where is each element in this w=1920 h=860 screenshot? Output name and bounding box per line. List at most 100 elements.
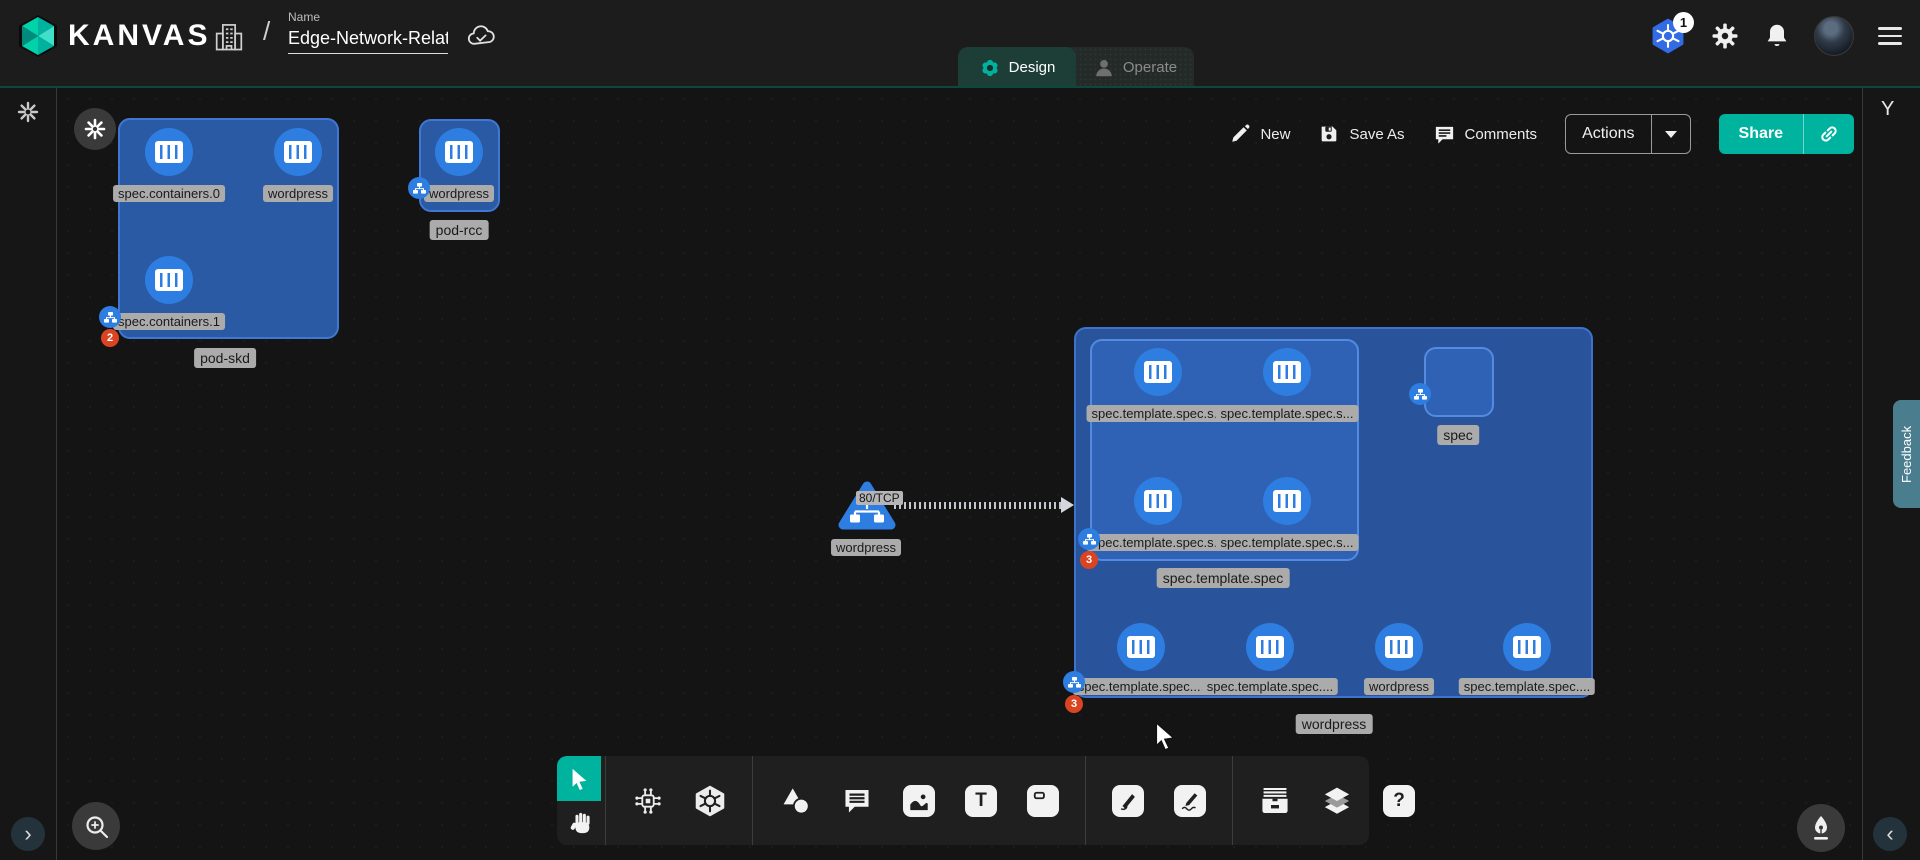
save-as-button[interactable]: Save As (1318, 123, 1404, 145)
pencil-tool-button[interactable] (1172, 783, 1208, 819)
node-deployment-1[interactable] (1246, 623, 1294, 671)
feedback-tab[interactable]: Feedback (1893, 400, 1920, 508)
node-label: wordpress (263, 185, 333, 202)
tab-operate[interactable]: Operate (1076, 47, 1194, 88)
container-icon (155, 141, 183, 163)
design-flower-icon (979, 57, 1001, 79)
pen-nib-button[interactable] (1797, 804, 1845, 852)
design-actionbar: New Save As Comments Actions Share (1229, 114, 1854, 154)
expand-left-panel-button[interactable]: › (11, 817, 45, 851)
tab-operate-label: Operate (1123, 59, 1177, 76)
edge-port-label: 80/TCP (856, 491, 903, 505)
zoom-search-button[interactable] (72, 802, 120, 850)
select-tool-button[interactable] (557, 756, 601, 801)
node-deployment-3[interactable] (1503, 623, 1551, 671)
note-tool-button[interactable] (1025, 783, 1061, 819)
shapes-tool-button[interactable] (777, 783, 813, 819)
image-tool-button[interactable] (901, 783, 937, 819)
error-badge: 3 (1080, 551, 1098, 569)
integrations-tool-button[interactable] (630, 783, 666, 819)
kubernetes-context-icon[interactable]: 1 (1650, 18, 1686, 54)
pencil-icon (1229, 123, 1251, 145)
kanvas-logo-icon (18, 14, 58, 58)
drawer-tool-button[interactable] (1257, 783, 1293, 819)
organization-icon[interactable] (214, 20, 244, 52)
design-name-input[interactable] (288, 26, 448, 54)
group-spec[interactable] (1424, 347, 1494, 417)
pointer-tools (557, 756, 605, 845)
help-tool-button[interactable]: ? (1381, 783, 1417, 819)
node-label: wordpress (1364, 678, 1434, 695)
group-label-deployment: wordpress (1296, 714, 1373, 734)
container-icon (284, 141, 312, 163)
copy-link-button[interactable] (1803, 114, 1854, 154)
node-label: spec.template.spec.... (1202, 678, 1338, 695)
node-template-container-2[interactable] (1134, 477, 1182, 525)
group-label-pod-rcc: pod-rcc (430, 220, 489, 240)
edge-service-to-deployment[interactable] (894, 502, 1062, 509)
chevron-right-icon: › (24, 823, 31, 845)
component-tools (605, 756, 752, 845)
node-label: spec.containers.0 (113, 185, 225, 202)
kanvas-logo[interactable]: KANVAS (18, 14, 210, 58)
breadcrumb-separator: / (263, 16, 270, 47)
node-wordpress-2[interactable] (435, 128, 483, 176)
group-spec-template-spec[interactable] (1090, 339, 1359, 561)
node-label: spec.template.spec.s... (1087, 405, 1230, 422)
node-spec-containers-1[interactable] (145, 256, 193, 304)
kanvas-spinner-button[interactable] (74, 108, 116, 150)
service-node-wordpress[interactable] (838, 479, 896, 531)
node-template-container-1[interactable] (1263, 348, 1311, 396)
comments-button[interactable]: Comments (1433, 123, 1538, 146)
kubernetes-tool-button[interactable] (692, 783, 728, 819)
collapse-right-panel-button[interactable]: ‹ (1873, 817, 1907, 851)
sync-spinner-icon[interactable] (16, 100, 40, 124)
y-panel-handle[interactable]: Y (1881, 98, 1894, 121)
settings-gear-icon[interactable] (1710, 21, 1740, 51)
design-name-block: Name (288, 10, 448, 54)
actions-split-button[interactable]: Actions (1565, 114, 1690, 154)
container-icon (1144, 490, 1172, 512)
menu-icon[interactable] (1878, 27, 1902, 45)
chevron-left-icon: ‹ (1886, 823, 1893, 845)
pen-tool-button[interactable] (1110, 783, 1146, 819)
node-deployment-2[interactable] (1375, 623, 1423, 671)
pan-tool-button[interactable] (557, 801, 605, 845)
container-icon (1127, 636, 1155, 658)
notifications-bell-icon[interactable] (1764, 22, 1790, 50)
user-avatar[interactable] (1814, 16, 1854, 56)
tab-design-label: Design (1009, 59, 1056, 76)
node-label: spec.template.spec.s... (1087, 534, 1230, 551)
kanvas-app: KANVAS / Name (0, 0, 1920, 860)
k8s-resource-icon (1409, 383, 1431, 405)
node-deployment-0[interactable] (1117, 623, 1165, 671)
service-node-label: wordpress (831, 539, 901, 556)
k8s-resource-icon (99, 306, 121, 328)
share-button-label[interactable]: Share (1719, 114, 1803, 154)
actions-button-label[interactable]: Actions (1566, 115, 1650, 153)
node-label: spec.containers.1 (113, 313, 225, 330)
brand-wordmark: KANVAS (68, 19, 210, 53)
comment-tool-button[interactable] (839, 783, 875, 819)
tab-design[interactable]: Design (958, 47, 1076, 88)
text-tool-button[interactable]: T (963, 783, 999, 819)
container-icon (1144, 361, 1172, 383)
k8s-resource-icon (1078, 528, 1100, 550)
group-label-template: spec.template.spec (1157, 568, 1290, 588)
node-template-container-0[interactable] (1134, 348, 1182, 396)
new-button[interactable]: New (1229, 123, 1290, 145)
node-wordpress-1[interactable] (274, 128, 322, 176)
error-badge: 3 (1065, 695, 1083, 713)
actions-dropdown-toggle[interactable] (1651, 115, 1690, 153)
save-icon (1318, 123, 1340, 145)
canvas-toolbar: T (557, 756, 1369, 845)
annotation-tools: T (752, 756, 1085, 845)
mode-tabbar: Design Operate (958, 47, 1194, 88)
node-label: wordpress (424, 185, 494, 202)
node-template-container-3[interactable] (1263, 477, 1311, 525)
cloud-sync-icon (466, 24, 498, 48)
layers-tool-button[interactable] (1319, 783, 1355, 819)
share-split-button[interactable]: Share (1719, 114, 1854, 154)
node-spec-containers-0[interactable] (145, 128, 193, 176)
group-label-pod-skd: pod-skd (194, 348, 256, 368)
